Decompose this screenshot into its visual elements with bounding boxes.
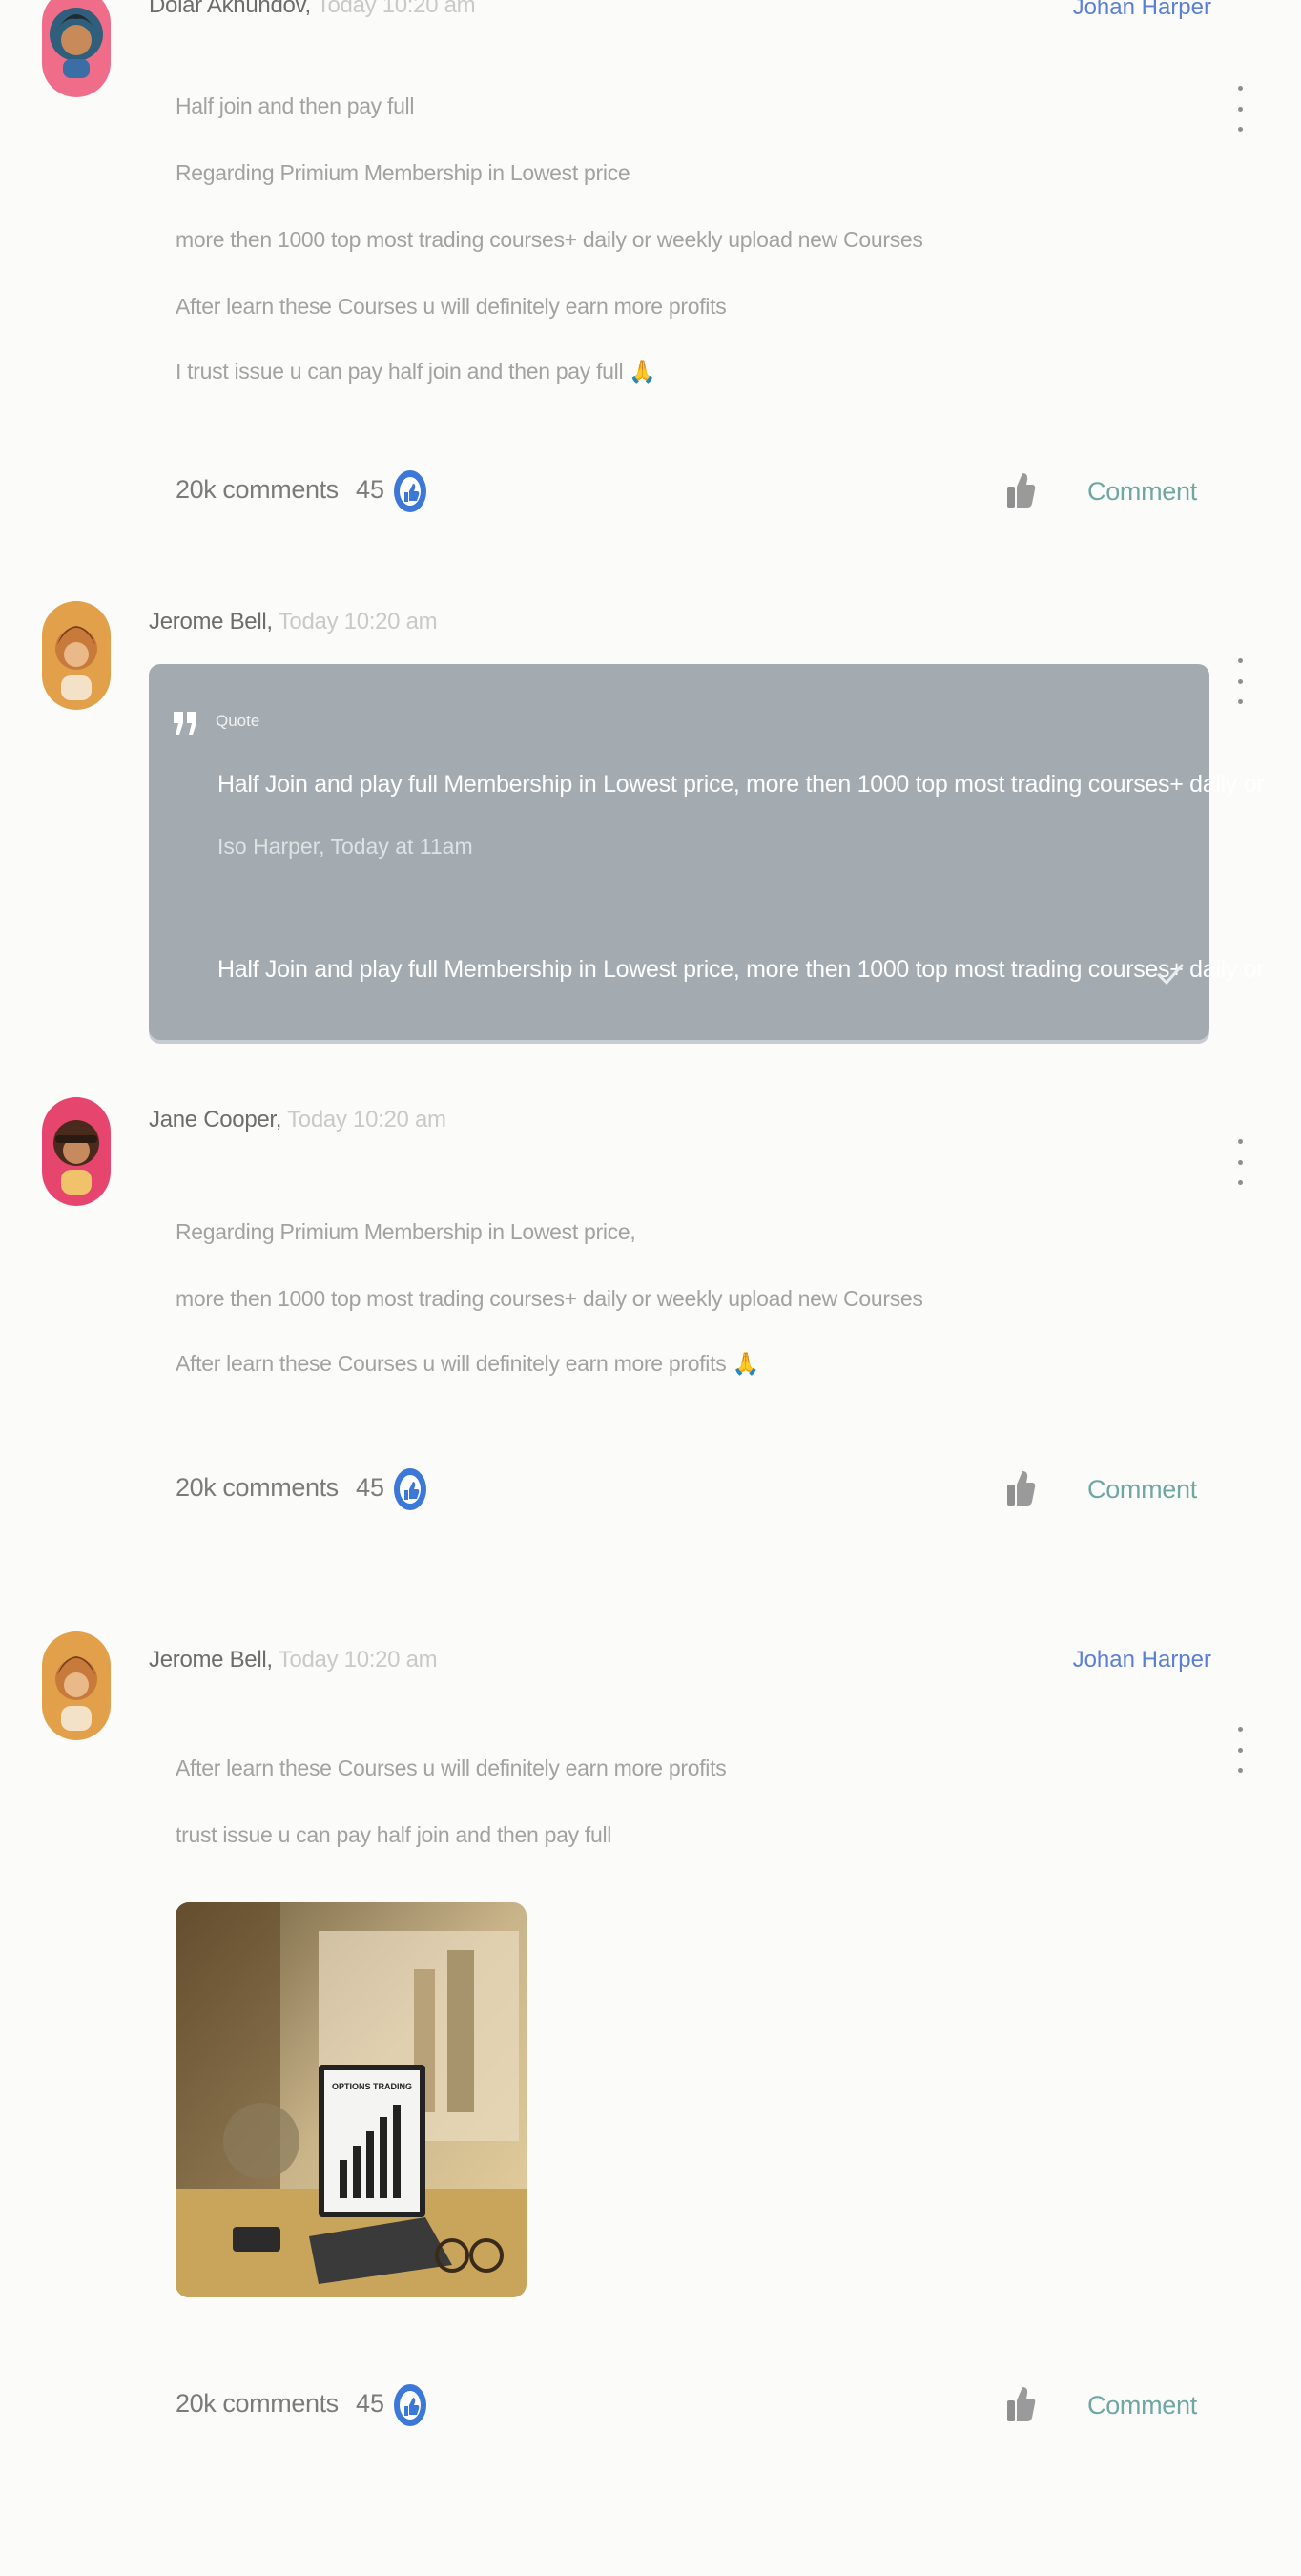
avatar[interactable] [42,0,111,97]
avatar[interactable] [42,601,111,710]
quote-author: Iso Harper, Today at 11am [217,834,473,859]
post-time: Today 10:20 am [278,1647,438,1672]
thumbs-up-icon[interactable] [1003,467,1038,513]
kebab-menu-icon[interactable] [1234,1139,1246,1185]
quote-label: Quote [216,712,260,730]
avatar[interactable] [42,1631,111,1740]
avatar-image [42,0,111,97]
author-name[interactable]: Jane Cooper, [149,1107,281,1132]
post-line: After learn these Courses u will definit… [176,1351,759,1376]
comments-count[interactable]: 20k comments [176,475,339,505]
comment-feed: Dolar Akhundov, Today 10:20 am Johan Har… [0,0,1301,2576]
trading-laptop-photo: OPTIONS TRADING [176,1902,527,2297]
comments-count[interactable]: 20k comments [176,2389,339,2419]
author-name[interactable]: Dolar Akhundov, [149,0,311,18]
comment-button[interactable]: Comment [1087,477,1197,507]
avatar-image [42,1631,111,1740]
post-line: trust issue u can pay half join and then… [176,1822,612,1847]
like-badge-icon [394,1468,426,1510]
post-meta: Jerome Bell, Today 10:20 am [149,1647,438,1673]
post-meta: Jerome Bell, Today 10:20 am [149,609,438,635]
thumbs-up-icon[interactable] [1003,1465,1038,1511]
post-footer: 20k comments 45 Comment [0,2381,1301,2431]
comment-button[interactable]: Comment [1087,2391,1197,2420]
post-line: After learn these Courses u will definit… [176,294,727,319]
image-caption: OPTIONS TRADING [332,2082,412,2091]
post-line: Regarding Primium Membership in Lowest p… [176,160,630,185]
post-footer: 20k comments 45 Comment [0,467,1301,517]
avatar[interactable] [42,1097,111,1206]
post-time: Today 10:20 am [287,1107,446,1132]
post-line: more then 1000 top most trading courses+… [176,1286,923,1311]
post-image[interactable]: OPTIONS TRADING [176,1902,527,2297]
post-time: Today 10:20 am [316,0,476,18]
like-badge-icon [394,470,426,512]
quote-card[interactable]: Quote Half Join and play full Membership… [149,664,1265,1040]
thumbs-up-icon[interactable] [1003,2381,1038,2427]
quote-mark-icon [174,712,196,735]
check-icon [1157,964,1184,986]
post-line: Half join and then pay full [176,93,415,118]
author-name[interactable]: Jerome Bell, [149,609,273,634]
like-count: 45 [356,1473,385,1502]
like-count: 45 [356,475,385,504]
author-name[interactable]: Jerome Bell, [149,1647,273,1672]
comment-button[interactable]: Comment [1087,1475,1197,1505]
post-meta: Jane Cooper, Today 10:20 am [149,1107,446,1133]
post-line: Regarding Primium Membership in Lowest p… [176,1219,636,1244]
avatar-image [42,1097,111,1206]
post-meta: Dolar Akhundov, Today 10:20 am [149,0,476,19]
quote-text: Half Join and play full Membership in Lo… [217,771,1265,798]
like-count: 45 [356,2389,385,2418]
quote-reply-text: Half Join and play full Membership in Lo… [217,956,1265,983]
post-line: more then 1000 top most trading courses+… [176,227,923,252]
mention-link[interactable]: Johan Harper [1073,1647,1211,1673]
kebab-menu-icon[interactable] [1234,86,1246,132]
post-time: Today 10:20 am [278,609,438,634]
post-line: After learn these Courses u will definit… [176,1755,727,1780]
mention-link[interactable]: Johan Harper [1073,0,1211,21]
like-badge-icon [394,2384,426,2426]
post-line: I trust issue u can pay half join and th… [176,359,656,384]
kebab-menu-icon[interactable] [1234,1727,1246,1773]
kebab-menu-icon[interactable] [1234,658,1246,704]
avatar-image [42,601,111,710]
comments-count[interactable]: 20k comments [176,1473,339,1503]
post-footer: 20k comments 45 Comment [0,1465,1301,1515]
